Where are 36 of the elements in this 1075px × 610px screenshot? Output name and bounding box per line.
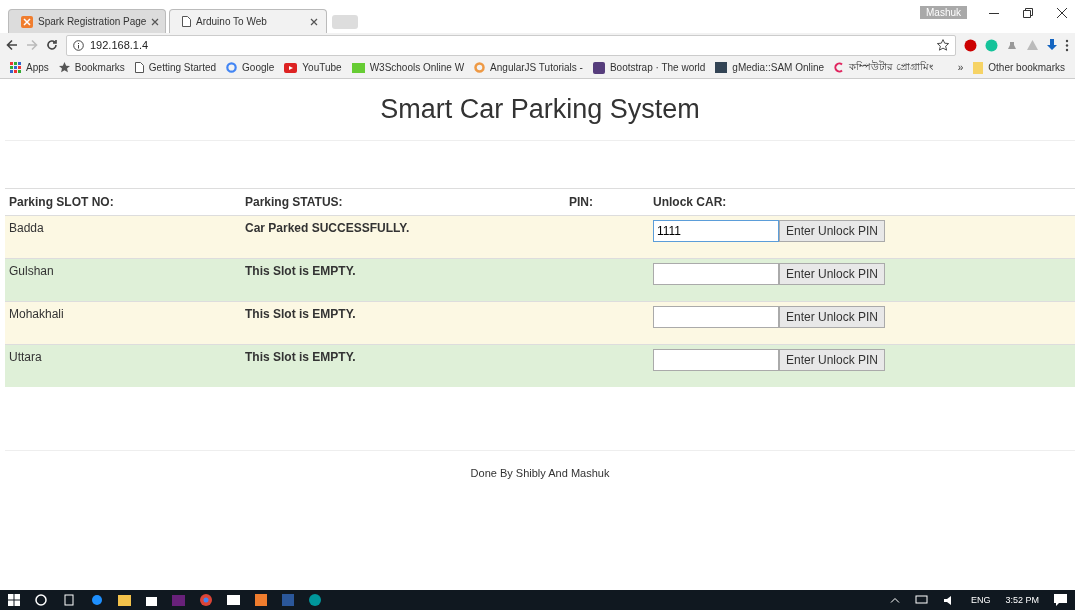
overflow-button[interactable]: » bbox=[957, 62, 964, 73]
language-indicator[interactable]: ENG bbox=[970, 595, 991, 605]
slot-name: Gulshan bbox=[8, 263, 55, 280]
browser-tab[interactable]: Arduino To Web bbox=[169, 9, 327, 33]
bookmark-link[interactable]: Getting Started bbox=[134, 62, 217, 73]
page-title: Smart Car Parking System bbox=[5, 79, 1075, 141]
address-field[interactable]: 192.168.1.4 bbox=[66, 34, 956, 56]
unlock-button[interactable]: Enter Unlock PIN bbox=[779, 263, 886, 285]
unlock-button[interactable]: Enter Unlock PIN bbox=[779, 349, 886, 371]
browser-tab[interactable]: Spark Registration Page bbox=[8, 9, 166, 33]
footer-text: Done By Shibly And Mashuk bbox=[470, 467, 610, 479]
bookmark-link[interactable]: Apps bbox=[10, 62, 49, 73]
bookmark-link[interactable]: Bootstrap · The world bbox=[592, 61, 706, 74]
bookmark-link[interactable]: Other bookmarks bbox=[973, 61, 1065, 74]
bookmark-link[interactable]: Google bbox=[226, 62, 275, 73]
bookmark-link[interactable]: AngularJS Tutorials - bbox=[474, 62, 583, 73]
column-header: Parking STATUS: bbox=[244, 195, 344, 209]
slot-name: Uttara bbox=[8, 349, 43, 366]
slot-name: Badda bbox=[8, 220, 45, 237]
bookmark-link[interactable]: Bookmarks bbox=[58, 62, 125, 73]
column-header: Parking SLOT NO: bbox=[8, 195, 115, 209]
slot-name: Mohakhali bbox=[8, 306, 65, 323]
bookmark-link[interactable]: কম্পিউটার প্রোগ্রামিং bbox=[834, 59, 933, 76]
status-text: Car Parked SUCCESSFULLY. bbox=[244, 220, 411, 237]
bookmark-link[interactable]: YouTube bbox=[284, 62, 342, 73]
status-text: This Slot is EMPTY. bbox=[244, 306, 357, 323]
bookmark-link[interactable]: gMedia::SAM Online bbox=[715, 62, 825, 73]
unlock-button[interactable]: Enter Unlock PIN bbox=[779, 220, 886, 242]
unlock-button[interactable]: Enter Unlock PIN bbox=[779, 306, 886, 328]
column-header: Unlock CAR: bbox=[652, 195, 728, 209]
status-text: This Slot is EMPTY. bbox=[244, 263, 357, 280]
column-header: PIN: bbox=[568, 195, 594, 209]
clock[interactable]: 3:52 PM bbox=[1005, 595, 1039, 605]
bookmark-link[interactable]: W3Schools Online W bbox=[351, 62, 465, 73]
pin-field[interactable]: 1111 bbox=[653, 220, 779, 242]
status-text: This Slot is EMPTY. bbox=[244, 349, 357, 366]
